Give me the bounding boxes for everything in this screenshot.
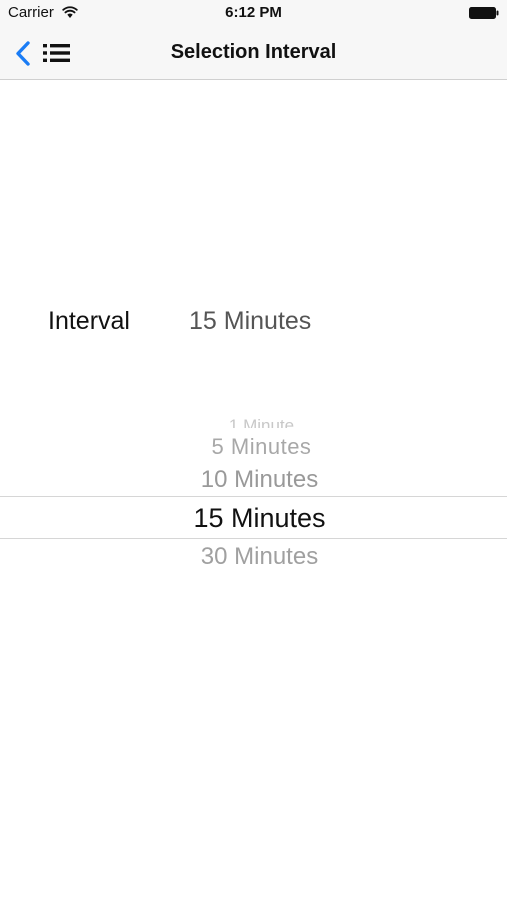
picker-option[interactable]: 5 Minutes: [0, 434, 507, 460]
interval-picker[interactable]: 1 Minute 5 Minutes 10 Minutes 15 Minutes…: [0, 410, 507, 580]
picker-selection-top-line: [0, 496, 507, 497]
battery-icon: [469, 7, 499, 19]
interval-value[interactable]: 15 Minutes: [189, 307, 311, 336]
interval-label: Interval: [48, 307, 130, 335]
picker-selection-bottom-line: [0, 538, 507, 539]
picker-option[interactable]: 1 Minute: [0, 414, 507, 428]
status-time: 6:12 PM: [225, 4, 282, 21]
picker-option[interactable]: 10 Minutes: [0, 466, 507, 494]
picker-option-selected[interactable]: 15 Minutes: [0, 503, 507, 534]
picker-option[interactable]: 30 Minutes: [0, 543, 507, 571]
status-bar: Carrier 6:12 PM: [0, 0, 507, 28]
navigation-bar: Selection Interval: [0, 28, 507, 80]
page-title: Selection Interval: [170, 41, 337, 63]
